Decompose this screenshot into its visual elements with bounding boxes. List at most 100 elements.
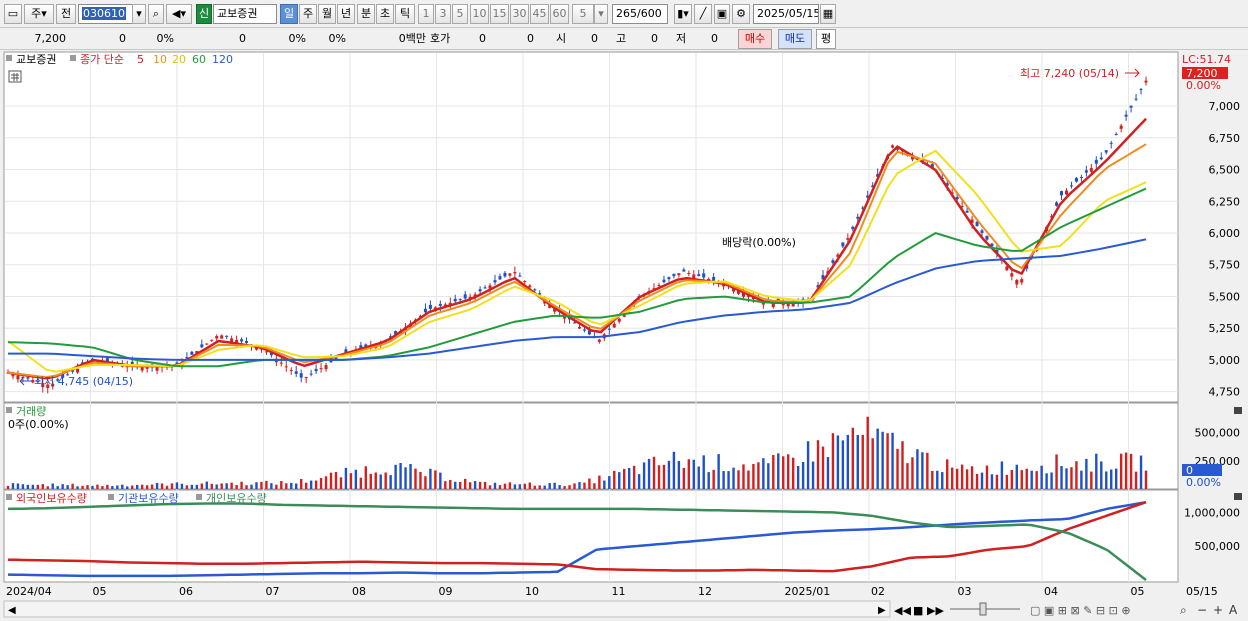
min-45-button[interactable]: 45 — [530, 4, 549, 24]
volume-bar — [801, 462, 805, 489]
volume-bar — [697, 466, 700, 489]
volume-bar — [51, 483, 54, 489]
volume-bar — [404, 467, 407, 489]
volume-bar — [414, 468, 417, 489]
candle-body — [965, 210, 969, 213]
date-tick-label: 2025/01 — [785, 585, 831, 598]
buy-button[interactable]: 매수 — [738, 29, 772, 49]
scroll-right-icon[interactable]: ▶ — [878, 605, 886, 616]
forward-icon[interactable]: ▶▶ — [927, 604, 944, 617]
view-tool-icons[interactable]: ▢ ▣ ⊞ ⊠ ✎ ⊟ ⊡ ⊕ — [1030, 604, 1131, 617]
volume-bar — [1040, 465, 1043, 489]
low-annotation: 최저 4,745 (04/15) — [34, 375, 133, 388]
period-second-button[interactable]: 초 — [376, 4, 394, 24]
gear-icon[interactable]: ⚙ — [732, 4, 750, 24]
avg-button[interactable]: 평 — [816, 29, 836, 49]
period-year-button[interactable]: 년 — [337, 4, 355, 24]
scroll-bar[interactable]: ◀ ▶ ◀◀ ■ ▶▶ ▢ ▣ ⊞ ⊠ ✎ ⊟ ⊡ ⊕ ⌕ − + A — [3, 600, 1238, 618]
candle-body — [1119, 125, 1123, 129]
candle-body — [200, 344, 204, 348]
line-tool-icon[interactable]: ╱ — [694, 4, 712, 24]
sell-button[interactable]: 매도 — [778, 29, 812, 49]
plus-icon[interactable]: + — [1213, 603, 1223, 617]
volume-bar — [56, 486, 59, 489]
volume-bar — [931, 470, 934, 489]
legend-box-icon — [6, 55, 12, 61]
search-icon[interactable]: ⌕ — [148, 4, 164, 24]
min-60-button[interactable]: 60 — [550, 4, 569, 24]
min-15-button[interactable]: 15 — [490, 4, 509, 24]
n-select[interactable]: 5 — [572, 4, 594, 24]
volume-bar — [1035, 471, 1038, 489]
volume-pane-close-icon[interactable] — [1234, 407, 1242, 414]
code-dropdown-icon[interactable]: ▾ — [132, 4, 146, 24]
min-3-button[interactable]: 3 — [435, 4, 451, 24]
candle-body — [1015, 280, 1019, 285]
period-month-button[interactable]: 월 — [318, 4, 336, 24]
layout-icon[interactable]: ▭ — [4, 4, 22, 24]
volume-bar — [96, 484, 99, 489]
candle-body — [463, 294, 467, 299]
candle-body — [284, 366, 288, 368]
candle-body — [677, 273, 681, 276]
zoom-slider-thumb[interactable] — [979, 602, 987, 616]
period-dropdown[interactable]: 주▾ — [24, 4, 54, 24]
save-icon[interactable]: ▣ — [714, 4, 730, 24]
price-tick-label: 5,750 — [1209, 259, 1241, 272]
count-field[interactable]: 265/600 — [612, 4, 668, 24]
table-icon[interactable] — [8, 70, 22, 83]
volume-bar — [66, 485, 69, 489]
scroll-left-icon[interactable]: ◀ — [8, 605, 16, 616]
stop-icon[interactable]: ■ — [913, 604, 923, 617]
min-1-button[interactable]: 1 — [418, 4, 434, 24]
min-10-button[interactable]: 10 — [470, 4, 489, 24]
volume-bar — [454, 481, 457, 489]
volume-bar — [1124, 452, 1128, 489]
candle-body — [1114, 133, 1118, 135]
volume-bar — [667, 460, 671, 489]
volume-bar — [652, 456, 656, 489]
min-30-button[interactable]: 30 — [510, 4, 529, 24]
volume-bar — [623, 468, 626, 489]
volume-bar — [1015, 464, 1018, 489]
candle-body — [16, 375, 20, 380]
volume-bar — [637, 474, 641, 489]
candle-body — [1144, 80, 1148, 83]
n-select-chevron-down-icon[interactable]: ▾ — [594, 4, 608, 24]
min-5-button[interactable]: 5 — [452, 4, 468, 24]
volume-bar — [916, 449, 919, 489]
candle-body — [1005, 266, 1009, 271]
calendar-icon[interactable]: ▦ — [820, 4, 836, 24]
volume-bar — [573, 483, 576, 489]
scroll-track[interactable] — [3, 600, 891, 618]
period-tick-button[interactable]: 틱 — [395, 4, 415, 24]
volume-bar — [116, 485, 119, 489]
period-week-button[interactable]: 주 — [299, 4, 317, 24]
volume-bar — [558, 485, 561, 489]
speaker-icon[interactable]: ◀▾ — [166, 4, 192, 24]
date-tick-label: 12 — [698, 585, 712, 598]
zoom-out-icon[interactable]: ⌕ — [1180, 603, 1187, 617]
stock-chart[interactable]: 7,000 6,750 6,500 6,250 6,000 5,750 5,500 5,250… — [0, 50, 1248, 621]
candle-body — [309, 373, 313, 375]
rewind-icon[interactable]: ◀◀ — [894, 604, 911, 617]
candle-body — [438, 303, 442, 306]
date-input[interactable]: 2025/05/15 — [753, 4, 819, 24]
period-day-button[interactable]: 일 — [280, 4, 298, 24]
volume-bar — [891, 432, 894, 489]
period-minute-button[interactable]: 분 — [357, 4, 375, 24]
volume-bar — [389, 475, 392, 489]
candle-body — [985, 235, 989, 240]
holdings-pane-close-icon[interactable] — [1234, 493, 1242, 500]
candle-body — [453, 298, 457, 302]
volume-bar — [210, 483, 213, 489]
shin-badge[interactable]: 신 — [196, 4, 212, 24]
count-max: /600 — [637, 7, 662, 20]
volume-bar — [250, 484, 253, 489]
font-size-icon[interactable]: A — [1229, 603, 1238, 617]
prev-button[interactable]: 전 — [56, 4, 76, 24]
tool-icon[interactable]: ▮▾ — [674, 4, 692, 24]
volume-bar — [185, 485, 189, 489]
candle-body — [712, 276, 716, 281]
minus-icon[interactable]: − — [1197, 603, 1207, 617]
